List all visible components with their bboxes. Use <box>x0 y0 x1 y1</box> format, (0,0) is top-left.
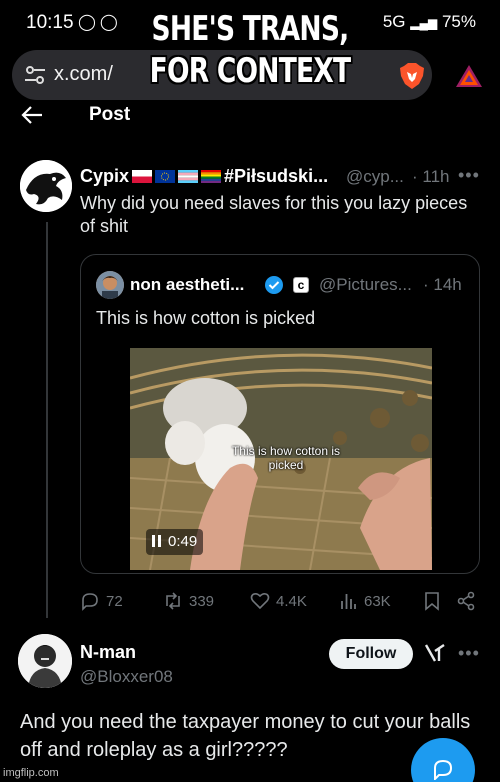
video-player[interactable]: This is how cotton is picked 0:49 <box>130 348 432 570</box>
author-suffix: #Piłsudski... <box>224 166 329 186</box>
more-options-icon[interactable]: ••• <box>458 165 480 186</box>
quote-author-handle[interactable]: @Pictures... <box>319 275 412 295</box>
reply-author-handle[interactable]: @Bloxxer08 <box>80 667 173 687</box>
video-caption-overlay: This is how cotton is picked <box>231 444 341 472</box>
post-time: · 11h <box>412 167 450 186</box>
author-name-text: Cypix <box>80 166 130 186</box>
brave-lion-icon[interactable] <box>399 62 425 90</box>
repost-icon <box>166 592 180 610</box>
caption-line-2: FOR CONTEXT <box>149 51 351 91</box>
profile-photo-icon <box>96 271 124 299</box>
quoted-post[interactable]: non aestheti... c @Pictures... · 14h Thi… <box>80 254 480 574</box>
signal-icon: ▂▄▆ <box>410 16 438 30</box>
battery-label: 75% <box>441 12 476 31</box>
meme-caption: SHE'S TRANS, FOR CONTEXT <box>125 8 375 92</box>
bookmark-button[interactable] <box>422 588 448 614</box>
quote-post-time: · 14h <box>423 275 462 294</box>
grok-icon[interactable] <box>423 641 447 665</box>
share-icon <box>457 591 475 611</box>
repost-button[interactable]: 339 <box>163 588 214 614</box>
status-right: 5G ▂▄▆ 75% <box>383 12 476 32</box>
share-button[interactable] <box>456 588 482 614</box>
views-icon <box>341 594 356 609</box>
action-bar: 72 339 4.4K 63K <box>80 588 480 614</box>
quote-post-text: This is how cotton is picked <box>96 308 316 328</box>
poland-flag-icon <box>132 170 153 183</box>
eagle-logo-icon <box>20 160 72 212</box>
caption-line-1: SHE'S TRANS, <box>151 9 350 49</box>
page-title: Post <box>89 104 131 125</box>
like-count: 4.4K <box>276 592 307 610</box>
tune-icon[interactable] <box>24 65 46 85</box>
post-header: Post <box>0 100 500 132</box>
views-button[interactable]: 63K <box>338 588 391 614</box>
rainbow-flag-icon <box>201 170 222 183</box>
affiliate-badge-icon: c <box>293 277 309 293</box>
status-time: 10:15 <box>26 12 74 33</box>
quote-author-name[interactable]: non aestheti... <box>130 275 244 295</box>
chat-bubble-icon <box>434 759 453 780</box>
view-count: 63K <box>364 592 391 610</box>
reply-author-name[interactable]: N-man <box>80 642 136 663</box>
reply-more-options-icon[interactable]: ••• <box>458 643 480 664</box>
video-time: 0:49 <box>168 533 198 550</box>
avatar[interactable] <box>96 271 124 299</box>
bookmark-icon <box>425 592 439 611</box>
follow-button[interactable]: Follow <box>329 639 413 669</box>
author-name[interactable]: Cypix #Piłsudski... <box>80 166 328 187</box>
url-text: x.com/ <box>54 63 113 85</box>
like-button[interactable]: 4.4K <box>250 588 307 614</box>
heart-icon <box>250 592 270 610</box>
brave-rewards-triangle-icon[interactable] <box>455 64 483 88</box>
statue-profile-icon <box>18 634 72 688</box>
watermark: imgflip.com <box>3 767 59 779</box>
back-arrow-icon[interactable] <box>20 104 44 126</box>
repost-count: 339 <box>189 592 215 610</box>
reply-icon <box>82 593 98 611</box>
author-handle[interactable]: @cyp... <box>346 167 404 187</box>
avatar[interactable] <box>18 634 72 688</box>
post-text: Why did you need slaves for this you laz… <box>80 193 468 236</box>
reply-count: 72 <box>106 592 123 610</box>
thread-connector-line <box>46 222 48 618</box>
avatar[interactable] <box>20 160 72 212</box>
pause-icon[interactable] <box>152 535 161 547</box>
network-label: 5G <box>382 12 406 31</box>
video-timer[interactable]: 0:49 <box>146 529 204 555</box>
reply-button[interactable]: 72 <box>80 588 123 614</box>
eu-flag-icon <box>155 170 176 183</box>
trans-flag-icon <box>178 170 199 183</box>
brave-notification-icons: ◯◯ <box>78 14 122 31</box>
verified-badge-icon <box>265 276 283 294</box>
